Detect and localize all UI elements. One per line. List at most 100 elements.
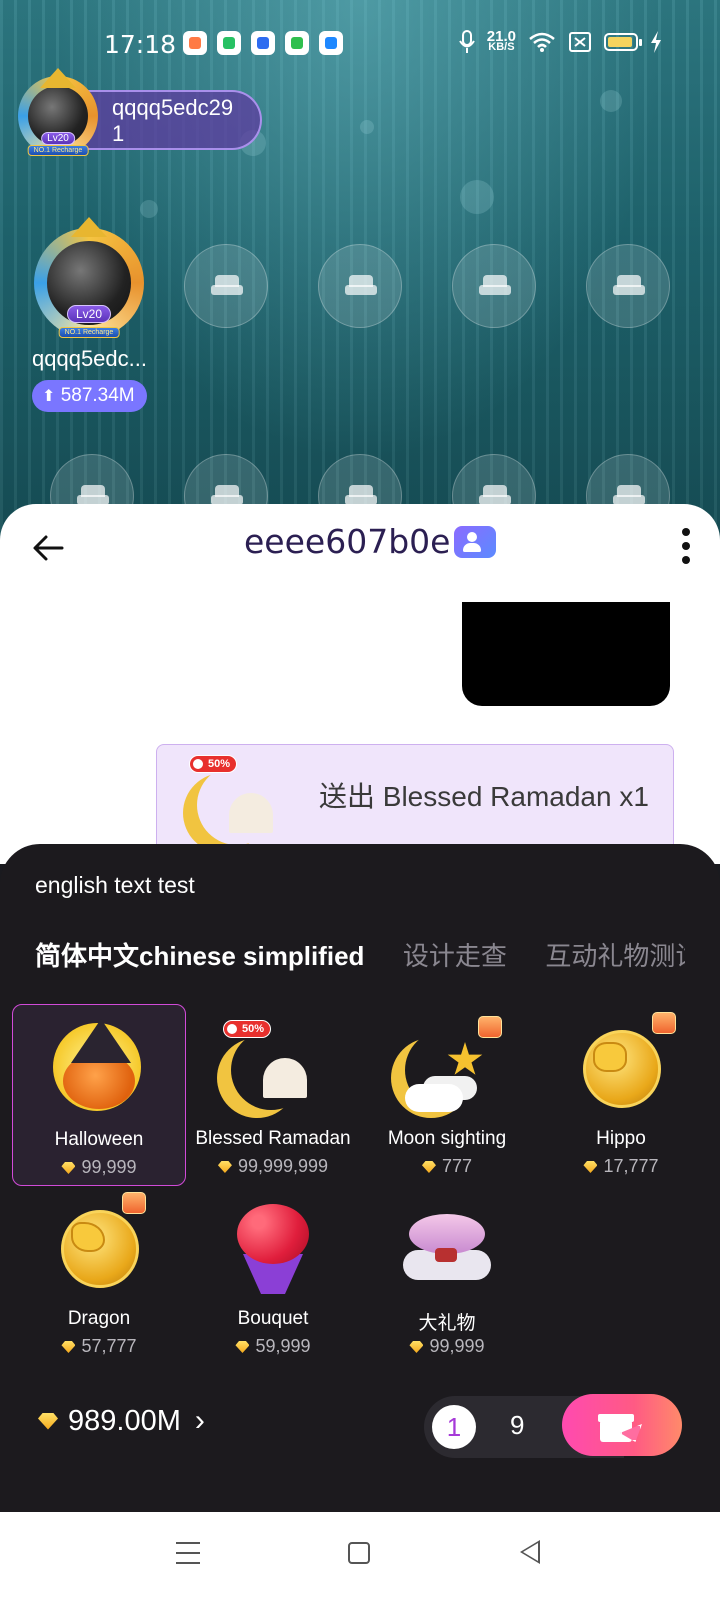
game-app-icon bbox=[183, 31, 207, 55]
gift-price-value: 99,999 bbox=[429, 1336, 485, 1356]
gift-price: 99,999 bbox=[360, 1336, 534, 1357]
recent-apps-icon[interactable] bbox=[176, 1542, 200, 1564]
diamond-balance[interactable]: 989.00M › bbox=[38, 1404, 205, 1438]
image-message-bubble[interactable] bbox=[462, 602, 670, 706]
blessed-ramadan-icon: 50% bbox=[223, 1018, 323, 1118]
crown-icon bbox=[71, 217, 107, 237]
gift-message-text: 送出 Blessed Ramadan x1 bbox=[319, 781, 649, 812]
gift-price: 777 bbox=[360, 1156, 534, 1177]
level-badge: Lv20 bbox=[41, 131, 75, 145]
back-triangle-icon[interactable] bbox=[520, 1540, 540, 1564]
gift-price: 59,999 bbox=[186, 1336, 360, 1357]
tab-design-review[interactable]: 设计走查 bbox=[403, 936, 507, 973]
shield-app-icon bbox=[217, 31, 241, 55]
seat-host-avatar[interactable]: Lv20 NO.1 Recharge bbox=[34, 217, 144, 338]
more-vertical-icon[interactable] bbox=[682, 528, 690, 564]
chat-title: eeee607b0e bbox=[244, 522, 451, 561]
net-speed: 21.0 KB/S bbox=[487, 29, 516, 53]
sofa-icon bbox=[345, 275, 377, 297]
diamond-icon bbox=[235, 1341, 250, 1353]
gift-item-big-gift[interactable]: 大礼物 99,999 bbox=[360, 1184, 534, 1366]
rank-ribbon: NO.1 Recharge bbox=[58, 327, 120, 338]
gift-name: Hippo bbox=[596, 1128, 646, 1149]
gift-price-value: 17,777 bbox=[603, 1156, 659, 1176]
tab-interactive-gift-test[interactable]: 互动礼物测试 bbox=[545, 936, 685, 973]
gift-name: Blessed Ramadan bbox=[195, 1128, 351, 1149]
sofa-icon bbox=[479, 275, 511, 297]
gift-price: 17,777 bbox=[534, 1156, 708, 1177]
balance-value: 989.00M bbox=[68, 1404, 181, 1437]
gift-tabs: 简体中文chinese simplified 设计走查 互动礼物测试 bbox=[35, 936, 685, 980]
diamond-icon bbox=[61, 1162, 76, 1174]
host-pill-name: qqqq5edc29 bbox=[112, 95, 234, 120]
sofa-icon bbox=[211, 275, 243, 297]
empty-seat[interactable] bbox=[586, 244, 670, 328]
baidu-app-icon bbox=[251, 31, 275, 55]
chevron-right-icon: › bbox=[194, 1404, 205, 1437]
rose-bouquet-icon bbox=[223, 1198, 323, 1298]
diamond-icon bbox=[583, 1161, 598, 1173]
tab-chinese-simplified[interactable]: 简体中文chinese simplified bbox=[35, 936, 364, 973]
gift-item-moon-sighting[interactable]: Moon sighting 777 bbox=[360, 1004, 534, 1186]
quantity-option-selected[interactable]: 1 bbox=[432, 1405, 476, 1449]
gift-price-value: 59,999 bbox=[255, 1336, 311, 1356]
charging-icon bbox=[651, 31, 661, 53]
rank-ribbon: NO.1 Recharge bbox=[27, 145, 89, 156]
gift-name: 大礼物 bbox=[418, 1313, 476, 1334]
gift-item-hippo[interactable]: Hippo 17,777 bbox=[534, 1004, 708, 1186]
empty-seat[interactable] bbox=[184, 244, 268, 328]
gift-item-dragon[interactable]: Dragon 57,777 bbox=[12, 1184, 186, 1366]
sofa-icon bbox=[613, 275, 645, 297]
seat-host-score[interactable]: ⬆ 587.34M bbox=[32, 380, 147, 412]
status-notification-icons bbox=[183, 31, 343, 55]
arrow-up-icon: ⬆ bbox=[42, 388, 56, 405]
home-icon[interactable] bbox=[348, 1542, 370, 1564]
net-speed-unit: KB/S bbox=[488, 41, 515, 53]
host-pill-count: 1 bbox=[112, 121, 125, 146]
gift-price: 99,999 bbox=[13, 1157, 185, 1178]
blessed-ramadan-gift-image: 50% bbox=[189, 753, 293, 857]
seat-host-name: qqqq5edc... bbox=[32, 346, 147, 371]
gift-price-value: 777 bbox=[441, 1156, 473, 1176]
empty-seat[interactable] bbox=[452, 244, 536, 328]
system-navigation-bar bbox=[0, 1512, 720, 1600]
gift-price: 57,777 bbox=[12, 1336, 186, 1357]
send-gift-button[interactable] bbox=[562, 1394, 682, 1456]
wifi-icon bbox=[529, 32, 555, 52]
gift-price-value: 57,777 bbox=[81, 1336, 137, 1356]
gift-name: Bouquet bbox=[237, 1308, 309, 1329]
discount-badge: 50% bbox=[223, 1020, 272, 1038]
status-time: 17:18 bbox=[104, 30, 177, 59]
discount-badge: 50% bbox=[189, 755, 238, 773]
gift-price-value: 99,999,999 bbox=[237, 1156, 329, 1176]
chat-header[interactable]: eeee607b0e bbox=[244, 522, 497, 561]
empty-seat[interactable] bbox=[318, 244, 402, 328]
user-profile-icon[interactable] bbox=[454, 525, 497, 558]
grid-app-icon bbox=[285, 31, 309, 55]
gift-item-blessed-ramadan[interactable]: 50% Blessed Ramadan 99,999,999 bbox=[186, 1004, 360, 1186]
bokeh-light bbox=[600, 90, 622, 112]
level-badge: Lv20 bbox=[66, 304, 112, 323]
crown-icon bbox=[40, 68, 76, 88]
battery-icon bbox=[604, 33, 642, 51]
gift-item-halloween[interactable]: Halloween 99,999 bbox=[12, 1004, 186, 1186]
halloween-pumpkin-icon bbox=[49, 1019, 149, 1119]
gift-name: Halloween bbox=[54, 1129, 144, 1150]
gift-item-bouquet[interactable]: Bouquet 59,999 bbox=[186, 1184, 360, 1366]
bokeh-light bbox=[140, 200, 158, 218]
treasure-tag-icon bbox=[478, 1016, 502, 1038]
treasure-tag-icon bbox=[652, 1012, 676, 1034]
mosque-icon bbox=[229, 793, 273, 833]
diamond-icon bbox=[421, 1161, 436, 1173]
quantity-option[interactable]: 9 bbox=[510, 1410, 524, 1441]
back-arrow-icon[interactable] bbox=[30, 530, 66, 566]
treasure-tag-icon bbox=[122, 1192, 146, 1214]
gift-price-value: 99,999 bbox=[81, 1157, 137, 1177]
gift-name: Dragon bbox=[67, 1308, 131, 1329]
diamond-icon bbox=[61, 1341, 76, 1353]
gift-name: Moon sighting bbox=[387, 1128, 507, 1149]
private-chat-sheet: eeee607b0e 50% 送出 Blessed Ramadan x1 bbox=[0, 504, 720, 864]
diamond-icon bbox=[38, 1412, 58, 1430]
mic-icon bbox=[458, 30, 475, 53]
host-pill-avatar[interactable]: Lv20 NO.1 Recharge bbox=[18, 68, 98, 156]
